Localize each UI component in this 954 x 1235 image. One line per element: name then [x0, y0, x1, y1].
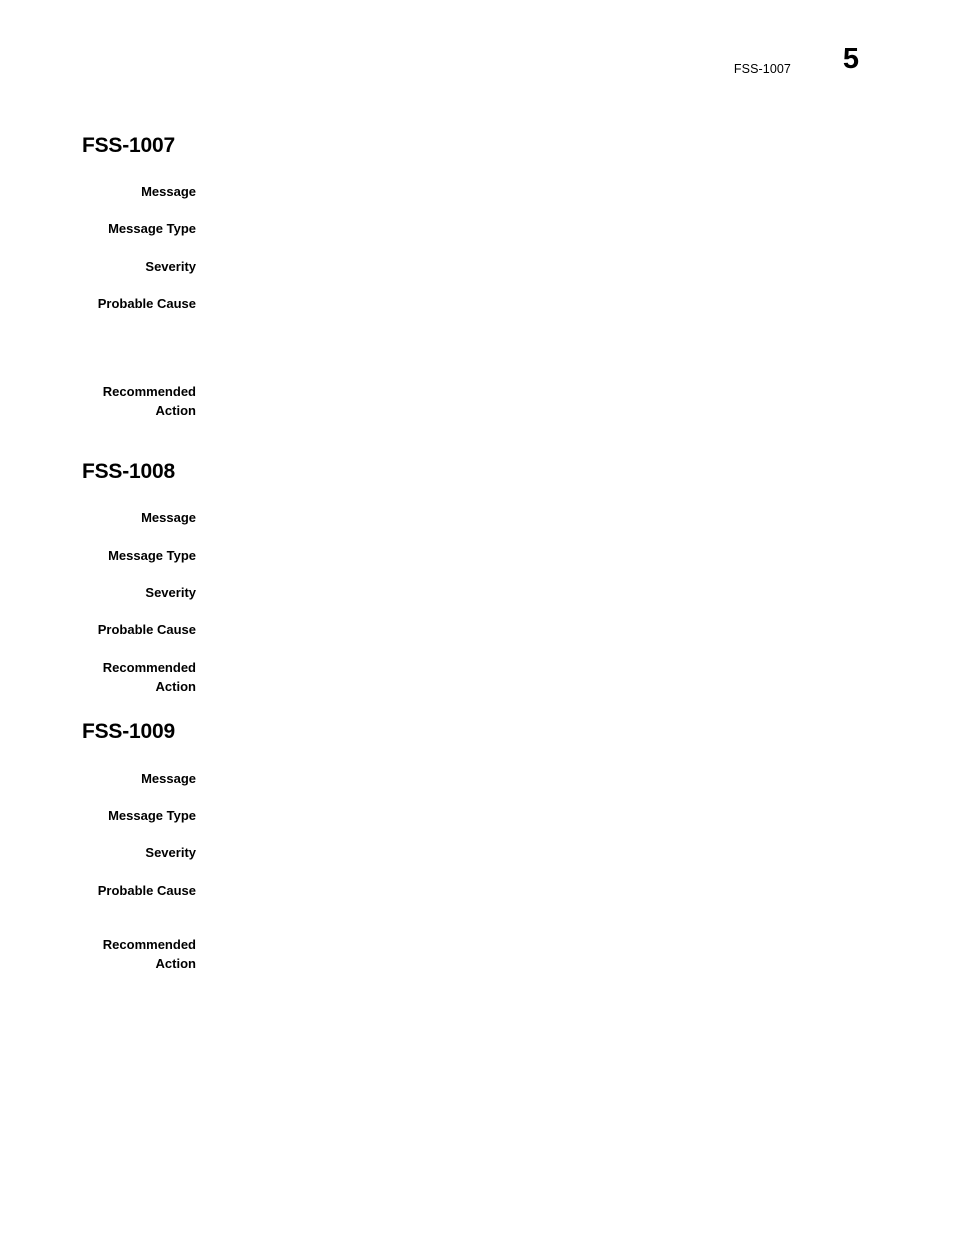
field-label: Probable Cause [97, 622, 196, 637]
page-number: 5 [842, 43, 859, 75]
header-document-id: FSS-1007 [733, 62, 791, 76]
field-value [212, 844, 912, 863]
field-value [212, 770, 912, 789]
field-label: Recommended Action [102, 384, 196, 418]
field-value [212, 584, 912, 603]
field-value [212, 183, 912, 202]
field-value [212, 295, 912, 314]
field-label: Message Type [108, 808, 196, 823]
field-label: Message [141, 184, 196, 199]
section-heading: FSS-1008 [82, 460, 175, 483]
field-label: Message [141, 510, 196, 525]
field-label: Probable Cause [97, 883, 196, 898]
field-label: Message Type [108, 221, 196, 236]
field-label: Probable Cause [97, 296, 196, 311]
field-value [212, 882, 912, 901]
field-value [212, 621, 912, 640]
field-value [212, 383, 912, 402]
section-heading: FSS-1007 [82, 134, 175, 157]
running-header: FSS-1007 5 [0, 45, 954, 98]
field-label: Message [141, 771, 196, 786]
field-label: Severity [145, 845, 196, 860]
field-label: Message Type [108, 548, 196, 563]
field-value [212, 807, 912, 826]
field-value [212, 659, 912, 678]
field-label: Severity [145, 259, 196, 274]
field-value [212, 936, 912, 955]
section-heading: FSS-1009 [82, 720, 175, 743]
document-page: FSS-1007 5 FSS-1007 Message Message Type Se… [0, 0, 954, 1235]
field-value [212, 258, 912, 277]
field-label: Severity [145, 585, 196, 600]
field-value [212, 220, 912, 239]
field-label: Recommended Action [102, 660, 196, 694]
field-value [212, 547, 912, 566]
field-label: Recommended Action [102, 937, 196, 971]
field-value [212, 509, 912, 528]
